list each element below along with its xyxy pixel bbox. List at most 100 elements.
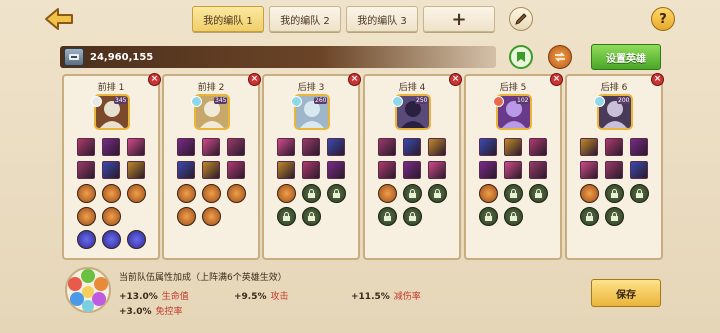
- slot-card[interactable]: 后排 5 × 102: [464, 73, 563, 260]
- artifact-slot[interactable]: [202, 184, 221, 203]
- equipment-slot[interactable]: [227, 161, 245, 179]
- locked-slot-icon[interactable]: [504, 184, 523, 203]
- artifact-slot[interactable]: [77, 184, 96, 203]
- stat-value: +11.5%: [351, 292, 390, 302]
- remove-hero-icon[interactable]: ×: [148, 73, 161, 86]
- stat-value: +9.5%: [234, 292, 267, 302]
- equipment-slot[interactable]: [327, 138, 345, 156]
- attribute-emblem-icon: [63, 265, 113, 315]
- remove-hero-icon[interactable]: ×: [348, 73, 361, 86]
- equipment-slot[interactable]: [504, 138, 522, 156]
- locked-slot-icon[interactable]: [302, 184, 321, 203]
- rename-button[interactable]: [509, 7, 533, 31]
- locked-slot-icon[interactable]: [605, 184, 624, 203]
- swap-formation-button[interactable]: [548, 45, 572, 69]
- artifact-slot[interactable]: [77, 207, 96, 226]
- locked-slot-icon[interactable]: [605, 207, 624, 226]
- locked-slot-icon[interactable]: [302, 207, 321, 226]
- equipment-slot[interactable]: [127, 161, 145, 179]
- locked-slot-icon[interactable]: [630, 184, 649, 203]
- locked-slot-icon[interactable]: [378, 207, 397, 226]
- locked-slot-icon[interactable]: [504, 207, 523, 226]
- remove-hero-icon[interactable]: ×: [248, 73, 261, 86]
- artifact-slot[interactable]: [102, 207, 121, 226]
- artifact-slot[interactable]: [580, 184, 599, 203]
- save-button[interactable]: 保存: [591, 279, 661, 307]
- slot-card[interactable]: 后排 4 × 250: [363, 73, 462, 260]
- tab-team-2[interactable]: 我的编队 2: [269, 6, 341, 32]
- equipment-slot[interactable]: [605, 161, 623, 179]
- locked-slot-icon[interactable]: [403, 184, 422, 203]
- locked-slot-icon[interactable]: [327, 184, 346, 203]
- element-icon: [91, 96, 102, 107]
- artifact-slot[interactable]: [378, 184, 397, 203]
- remove-hero-icon[interactable]: ×: [651, 73, 664, 86]
- equipment-slot[interactable]: [630, 138, 648, 156]
- tab-team-3[interactable]: 我的编队 3: [346, 6, 418, 32]
- equipment-slot[interactable]: [277, 138, 295, 156]
- equipment-slot[interactable]: [102, 138, 120, 156]
- locked-slot-icon[interactable]: [277, 207, 296, 226]
- equipment-slot[interactable]: [529, 138, 547, 156]
- rune-slot[interactable]: [77, 230, 96, 249]
- tab-team-1[interactable]: 我的编队 1: [192, 6, 264, 32]
- equipment-slot[interactable]: [479, 161, 497, 179]
- equipment-slot[interactable]: [277, 161, 295, 179]
- equipment-slot[interactable]: [378, 161, 396, 179]
- equipment-slot[interactable]: [177, 161, 195, 179]
- equipment-slot[interactable]: [202, 138, 220, 156]
- equipment-slot[interactable]: [378, 138, 396, 156]
- help-button[interactable]: ?: [651, 7, 675, 31]
- slot-card[interactable]: 后排 6 × 200: [565, 73, 664, 260]
- equipment-slot[interactable]: [77, 138, 95, 156]
- artifact-slot[interactable]: [277, 184, 296, 203]
- equipment-slot[interactable]: [327, 161, 345, 179]
- equipment-slot[interactable]: [302, 161, 320, 179]
- equipment-slot[interactable]: [428, 138, 446, 156]
- locked-slot-icon[interactable]: [479, 207, 498, 226]
- equipment-slot[interactable]: [127, 138, 145, 156]
- artifact-slot[interactable]: [479, 184, 498, 203]
- rune-slot[interactable]: [102, 230, 121, 249]
- artifact-slot[interactable]: [202, 207, 221, 226]
- rune-slot[interactable]: [127, 230, 146, 249]
- slot-card[interactable]: 前排 1 × 345: [62, 73, 161, 260]
- equipment-slot[interactable]: [580, 138, 598, 156]
- artifact-slot[interactable]: [102, 184, 121, 203]
- add-team-button[interactable]: +: [423, 6, 495, 32]
- equipment-slot[interactable]: [77, 161, 95, 179]
- artifact-slot[interactable]: [177, 184, 196, 203]
- stat-name: 免控率: [155, 307, 183, 317]
- equipment-slot[interactable]: [177, 138, 195, 156]
- equipment-slot[interactable]: [202, 161, 220, 179]
- locked-slot-icon[interactable]: [529, 184, 548, 203]
- equipment-slot[interactable]: [403, 138, 421, 156]
- set-hero-button[interactable]: 设置英雄: [591, 44, 661, 70]
- formation-flag-button[interactable]: [509, 45, 533, 69]
- equipment-slot[interactable]: [428, 161, 446, 179]
- equipment-slot[interactable]: [102, 161, 120, 179]
- back-button[interactable]: [40, 6, 80, 32]
- remove-hero-icon[interactable]: ×: [550, 73, 563, 86]
- equipment-slot[interactable]: [302, 138, 320, 156]
- equipment-slot[interactable]: [605, 138, 623, 156]
- locked-slot-icon[interactable]: [580, 207, 599, 226]
- question-icon: ?: [659, 11, 667, 27]
- slot-card[interactable]: 前排 2 × 345: [162, 73, 261, 260]
- equipment-slot[interactable]: [529, 161, 547, 179]
- locked-slot-icon[interactable]: [403, 207, 422, 226]
- equipment-slot[interactable]: [403, 161, 421, 179]
- equipment-slot[interactable]: [630, 161, 648, 179]
- hero-level: 345: [114, 97, 128, 104]
- equipment-slot[interactable]: [504, 161, 522, 179]
- equipment-slot[interactable]: [479, 138, 497, 156]
- equipment-slot[interactable]: [227, 138, 245, 156]
- remove-hero-icon[interactable]: ×: [449, 73, 462, 86]
- equipment-slot[interactable]: [580, 161, 598, 179]
- slot-card[interactable]: 后排 3 × 260: [262, 73, 361, 260]
- artifact-slot[interactable]: [177, 207, 196, 226]
- artifact-slot[interactable]: [227, 184, 246, 203]
- locked-slot-icon[interactable]: [428, 184, 447, 203]
- artifact-slot[interactable]: [127, 184, 146, 203]
- element-icon: [493, 96, 504, 107]
